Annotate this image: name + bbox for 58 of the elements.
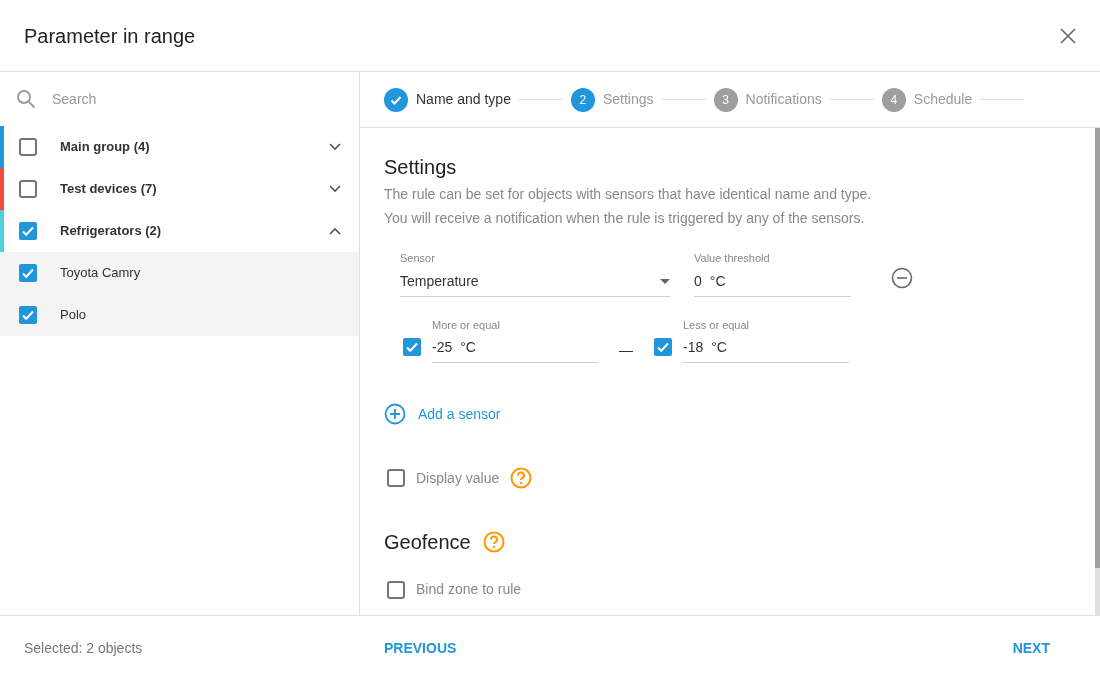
field-value: -18 [683,338,704,357]
checkbox[interactable] [19,180,37,198]
object-label: Polo [60,306,87,325]
value-field[interactable]: More or equal -25 °C [432,316,598,363]
search-icon [16,89,36,109]
step-number: 4 [881,87,906,112]
scrollbar[interactable] [1095,128,1100,615]
close-icon[interactable] [1060,27,1076,44]
field-label: Value threshold [694,251,771,266]
unit-label: °C [711,338,727,357]
checkbox[interactable] [654,338,672,356]
checkbox[interactable] [19,222,37,240]
section-title: Geofence [384,530,471,555]
chevron-down-icon[interactable] [329,143,341,151]
field-label: Less or equal [683,317,751,333]
description-text: The rule can be set for objects with sensors that have identical name and type. [384,185,873,204]
search-field[interactable]: Search [52,88,343,110]
checkbox[interactable] [19,306,37,324]
value-field[interactable]: Value threshold 0 °C [694,250,851,297]
step-number: 3 [713,87,738,112]
group-label: Refrigerators (2) [60,222,163,241]
description-text: You will receive a notification when the rule is triggered by any of the sensors. [384,209,866,228]
field-label: More or equal [432,317,501,333]
add-icon [384,403,406,425]
dialog-title: Parameter in range [24,23,196,49]
checkbox[interactable] [387,580,405,599]
checkbox[interactable] [387,469,405,487]
section-title: Settings [384,155,458,180]
checkbox[interactable] [19,138,37,156]
field-label: Sensor [400,251,436,266]
group-label: Main group (4) [60,138,151,157]
unit-label: °C [460,338,476,357]
object-row[interactable]: Polo [0,294,359,336]
field-value: 0 [694,271,702,291]
group-row[interactable]: Main group (4) [0,126,359,168]
step-done-icon [384,87,408,112]
field-value: -25 [432,338,453,357]
field-value: Temperature [400,271,479,291]
object-label: Toyota Camry [60,264,141,283]
dropdown-caret-icon [660,278,670,284]
step[interactable]: Name and type [384,87,511,112]
step-number: 2 [570,87,595,112]
unit-label: °C [709,271,726,291]
group-label: Test devices (7) [60,180,158,199]
checkbox-label: Display value [416,468,500,488]
value-field[interactable]: Less or equal -18 °C [683,316,849,363]
checkbox-label: Bind zone to rule [416,580,522,599]
sensor-select[interactable]: Sensor Temperature [400,250,670,297]
checkbox[interactable] [19,264,37,282]
selection-count: Selected: 2 objects [23,638,144,658]
group-row[interactable]: Test devices (7) [0,168,359,210]
chevron-down-icon[interactable] [329,185,341,193]
object-row[interactable]: Toyota Camry [0,252,359,294]
checkbox[interactable] [403,338,421,356]
group-row[interactable]: Refrigerators (2) [0,210,359,252]
remove-icon[interactable] [891,267,913,289]
chevron-up-icon[interactable] [329,227,341,235]
range-dash: — [618,341,634,360]
